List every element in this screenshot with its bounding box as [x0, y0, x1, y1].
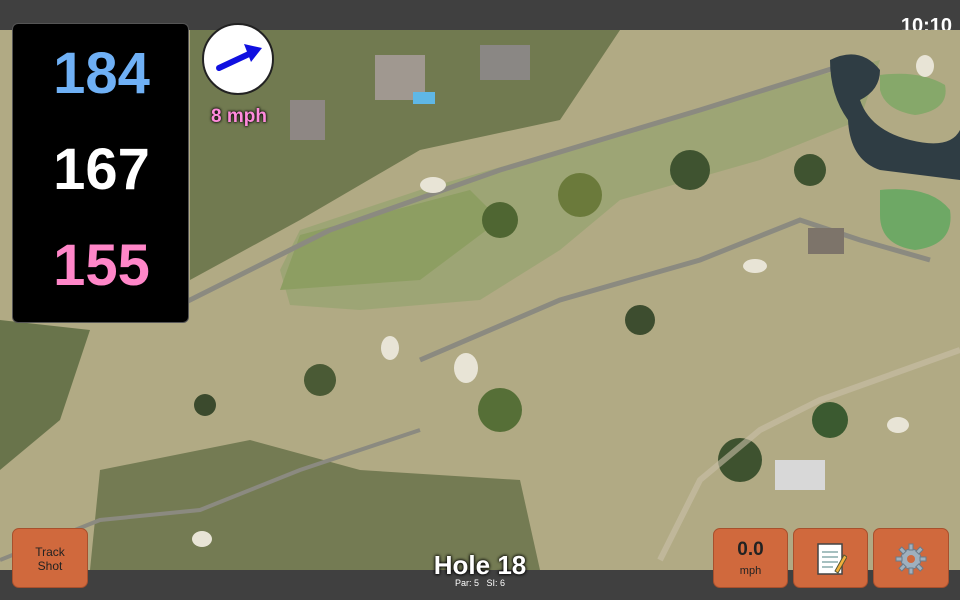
bunker	[420, 177, 446, 193]
bunker	[743, 259, 767, 273]
tree	[625, 305, 655, 335]
house	[290, 100, 325, 140]
distance-middle: 167	[53, 137, 150, 202]
track-shot-label-line2: Shot	[37, 559, 63, 573]
hole-si: SI: 6	[486, 578, 506, 588]
tree	[670, 150, 710, 190]
distance-back: 184	[53, 41, 150, 106]
distance-panel: 184 167 155	[12, 23, 189, 323]
house	[808, 228, 844, 254]
hole-par: Par: 5	[454, 578, 479, 588]
gear-icon	[895, 543, 927, 575]
bunker	[916, 55, 934, 77]
wind-indicator	[202, 23, 274, 95]
tree	[304, 364, 336, 396]
wind-speed: 8 mph	[211, 106, 267, 127]
tree	[558, 173, 602, 217]
tree	[794, 154, 826, 186]
speed-value: 0.0	[737, 539, 764, 560]
notepad-icon	[816, 543, 848, 575]
track-shot-label-line1: Track	[35, 545, 65, 559]
settings-button[interactable]	[873, 528, 949, 588]
hole-info: Par: 5 SI: 6	[380, 578, 580, 588]
bunker	[454, 353, 478, 383]
tree	[194, 394, 216, 416]
clubhouse	[775, 460, 825, 490]
bunker	[192, 531, 212, 547]
pool	[413, 92, 435, 104]
hole-title: Hole 18	[433, 550, 527, 580]
tree	[478, 388, 522, 432]
speed-unit: mph	[739, 565, 762, 577]
bunker	[381, 336, 399, 360]
tree	[482, 202, 518, 238]
tree	[812, 402, 848, 438]
distance-front: 155	[53, 233, 150, 298]
house	[480, 45, 530, 80]
track-shot-button[interactable]: Track Shot	[12, 528, 88, 588]
speed-button[interactable]: 0.0 mph	[713, 528, 788, 588]
bunker	[887, 417, 909, 433]
wind-direction-arrow-icon	[216, 44, 262, 71]
notes-button[interactable]	[793, 528, 868, 588]
